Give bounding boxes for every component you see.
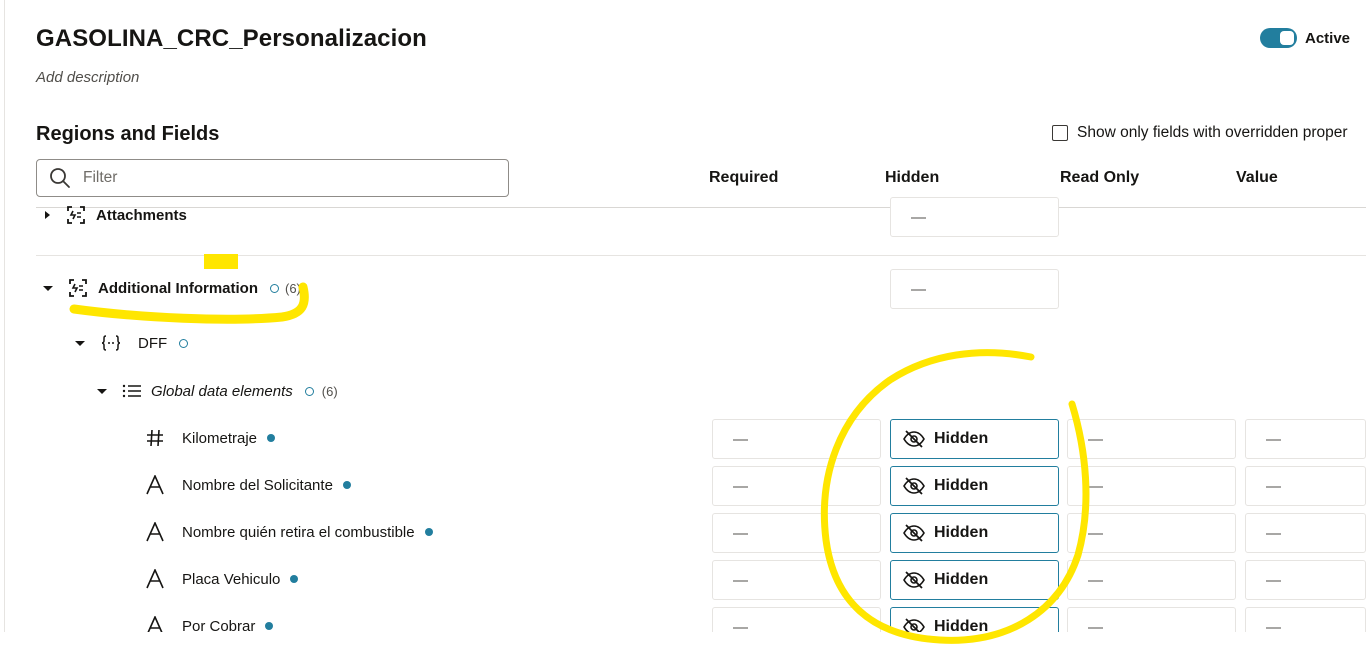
value-cell[interactable]: —: [1245, 419, 1366, 459]
field-label: Nombre del Solicitante: [182, 476, 333, 494]
read-only-cell[interactable]: —: [1067, 560, 1236, 600]
modified-indicator: [290, 575, 299, 583]
viewport-bottom-edge: [0, 632, 1366, 649]
required-cell[interactable]: —: [712, 419, 881, 459]
tree-row-global-data-elements[interactable]: Global data elements (6): [97, 380, 338, 402]
override-indicator: [304, 386, 314, 396]
additional-info-hidden-cell[interactable]: —: [890, 269, 1059, 309]
field-row-kilometraje[interactable]: Kilometraje: [146, 427, 276, 449]
override-label: Show only fields with overridden proper: [1077, 124, 1348, 141]
filter-field[interactable]: [36, 159, 509, 197]
tree-label-additional-information: Additional Information: [98, 279, 258, 297]
active-label: Active: [1305, 29, 1351, 47]
value-cell[interactable]: —: [1245, 466, 1366, 506]
field-row-placa-vehiculo[interactable]: Placa Vehiculo: [146, 568, 299, 590]
search-icon: [50, 168, 70, 188]
eye-slash-icon: [903, 571, 925, 589]
hash-icon: [147, 429, 163, 447]
tree-row-additional-information[interactable]: Additional Information (6): [43, 277, 301, 299]
column-required: Required: [709, 169, 779, 186]
eye-slash-icon: [903, 524, 925, 542]
tree-label-attachments: Attachments: [96, 206, 187, 224]
field-row-nombre-solicitante[interactable]: Nombre del Solicitante: [146, 474, 351, 496]
override-checkbox[interactable]: [1052, 125, 1068, 141]
caret-down-icon[interactable]: [43, 285, 53, 291]
read-only-cell[interactable]: —: [1067, 466, 1236, 506]
row-divider: [36, 255, 1366, 256]
attachments-hidden-cell[interactable]: —: [890, 197, 1059, 237]
value-cell[interactable]: —: [1245, 560, 1366, 600]
override-filter[interactable]: Show only fields with overridden proper: [1052, 124, 1366, 142]
field-row-nombre-retira[interactable]: Nombre quién retira el combustible: [146, 521, 433, 543]
tree-row-dff[interactable]: DFF: [75, 332, 189, 354]
braces-icon: [101, 335, 121, 351]
modified-indicator: [267, 434, 276, 442]
field-label: Nombre quién retira el combustible: [182, 523, 415, 541]
column-read-only: Read Only: [1060, 169, 1140, 186]
caret-down-icon[interactable]: [75, 340, 85, 346]
modified-indicator: [265, 622, 274, 630]
hidden-button[interactable]: Hidden: [890, 419, 1059, 459]
count-badge: (6): [284, 280, 301, 296]
column-value: Value: [1236, 169, 1278, 186]
required-cell[interactable]: —: [712, 513, 881, 553]
active-toggle-group[interactable]: Active: [1260, 28, 1350, 48]
hidden-button[interactable]: Hidden: [890, 513, 1059, 553]
eye-slash-icon: [903, 477, 925, 495]
hidden-button-label: Hidden: [934, 430, 989, 447]
field-label: Kilometraje: [182, 429, 258, 447]
hidden-button[interactable]: Hidden: [890, 466, 1059, 506]
section-title: Regions and Fields: [36, 123, 220, 145]
tree-row-attachments[interactable]: Attachments: [45, 204, 187, 226]
region-icon: [69, 279, 87, 297]
field-label: Placa Vehiculo: [182, 570, 281, 588]
filter-input[interactable]: [83, 169, 463, 187]
list-icon: [122, 384, 141, 398]
read-only-cell[interactable]: —: [1067, 419, 1236, 459]
text-icon: [146, 475, 164, 495]
count-badge: (6): [321, 383, 338, 399]
active-toggle[interactable]: [1260, 28, 1297, 48]
hidden-button[interactable]: Hidden: [890, 560, 1059, 600]
page-title: GASOLINA_CRC_Personalizacion: [36, 25, 427, 52]
modified-indicator: [424, 528, 433, 536]
eye-slash-icon: [903, 430, 925, 448]
text-icon: [146, 522, 164, 542]
caret-right-icon[interactable]: [45, 211, 50, 219]
hidden-button-label: Hidden: [934, 477, 989, 494]
text-icon: [146, 569, 164, 589]
add-description-link[interactable]: Add description: [36, 69, 139, 86]
caret-down-icon[interactable]: [97, 388, 107, 394]
required-cell[interactable]: —: [712, 560, 881, 600]
hidden-button-label: Hidden: [934, 524, 989, 541]
required-cell[interactable]: —: [712, 466, 881, 506]
value-cell[interactable]: —: [1245, 513, 1366, 553]
override-indicator: [269, 283, 279, 293]
header-divider: [36, 207, 1366, 208]
tree-label-dff: DFF: [138, 334, 168, 352]
modified-indicator: [342, 481, 351, 489]
region-icon: [67, 206, 85, 224]
override-indicator: [179, 338, 189, 348]
read-only-cell[interactable]: —: [1067, 513, 1236, 553]
hidden-button-label: Hidden: [934, 571, 989, 588]
left-border: [4, 0, 5, 632]
column-hidden: Hidden: [885, 169, 940, 186]
tree-label-global-data-elements: Global data elements: [151, 382, 293, 400]
